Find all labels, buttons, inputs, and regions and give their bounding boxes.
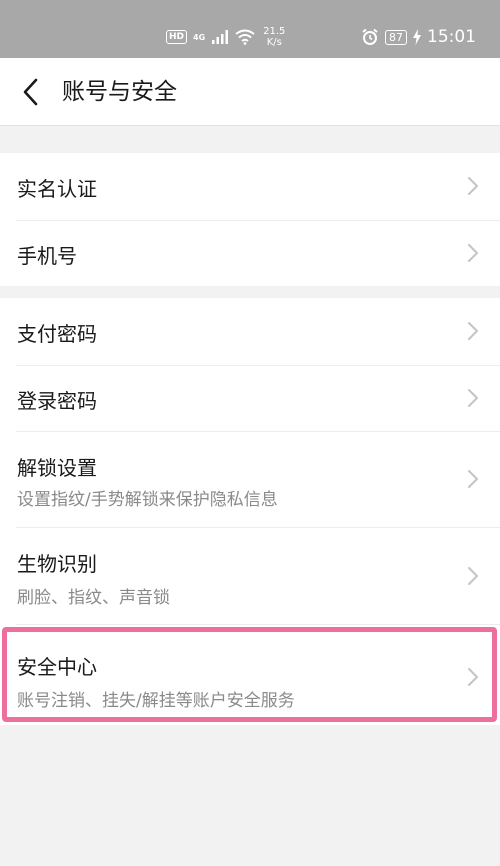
menu-item-title: 安全中心: [17, 655, 97, 679]
menu-item-login-password[interactable]: 登录密码: [0, 365, 500, 431]
menu-item-biometrics[interactable]: 生物识别 刷脸、指纹、声音锁: [0, 527, 500, 624]
menu-item-title: 实名认证: [17, 177, 97, 201]
hd-badge: HD: [166, 30, 188, 44]
status-bar-network: HD 4G 21.5 K/s: [166, 22, 285, 52]
status-bar-system: 87 15:01: [361, 22, 476, 52]
chevron-right-icon: [468, 567, 478, 585]
network-speed-unit: K/s: [266, 37, 282, 48]
menu-item-subtitle: 刷脸、指纹、声音锁: [17, 588, 170, 608]
settings-group-security: 支付密码 登录密码 解锁设置 设置指纹/手势解锁来保护隐私信息 生物识别 刷脸、…: [0, 298, 500, 725]
header: 账号与安全: [0, 58, 500, 126]
menu-item-unlock-settings[interactable]: 解锁设置 设置指纹/手势解锁来保护隐私信息: [0, 431, 500, 527]
menu-item-title: 手机号: [17, 244, 77, 268]
menu-item-title: 解锁设置: [17, 456, 97, 480]
chevron-right-icon: [468, 322, 478, 340]
charging-icon: [413, 29, 421, 45]
menu-item-payment-password[interactable]: 支付密码: [0, 298, 500, 365]
chevron-right-icon: [468, 470, 478, 488]
menu-item-title: 生物识别: [17, 552, 97, 576]
menu-item-phone-number[interactable]: 手机号: [0, 220, 500, 286]
menu-item-subtitle: 账号注销、挂失/解挂等账户安全服务: [17, 691, 295, 711]
alarm-icon: [362, 28, 378, 45]
page-title: 账号与安全: [62, 79, 177, 105]
network-type: 4G: [193, 33, 205, 42]
menu-item-security-center[interactable]: 安全中心 账号注销、挂失/解挂等账户安全服务: [0, 624, 500, 725]
signal-icon: [212, 30, 229, 44]
network-type-label: 4G: [193, 32, 206, 42]
network-speed-value: 21.5: [263, 26, 286, 37]
chevron-right-icon: [468, 177, 478, 195]
chevron-right-icon: [468, 244, 478, 262]
menu-item-subtitle: 设置指纹/手势解锁来保护隐私信息: [17, 490, 278, 510]
chevron-right-icon: [468, 389, 478, 407]
wifi-icon: [235, 29, 255, 45]
battery-indicator: 87: [385, 29, 407, 45]
menu-item-title: 登录密码: [17, 389, 97, 413]
chevron-left-icon: [23, 78, 38, 106]
chevron-right-icon: [468, 668, 478, 686]
menu-item-real-name-verification[interactable]: 实名认证: [0, 153, 500, 220]
network-speed: 21.5 K/s: [263, 26, 285, 48]
settings-group-identity: 实名认证 手机号: [0, 153, 500, 286]
menu-item-title: 支付密码: [17, 322, 97, 346]
clock: 15:01: [427, 27, 476, 47]
back-button[interactable]: [12, 72, 52, 112]
